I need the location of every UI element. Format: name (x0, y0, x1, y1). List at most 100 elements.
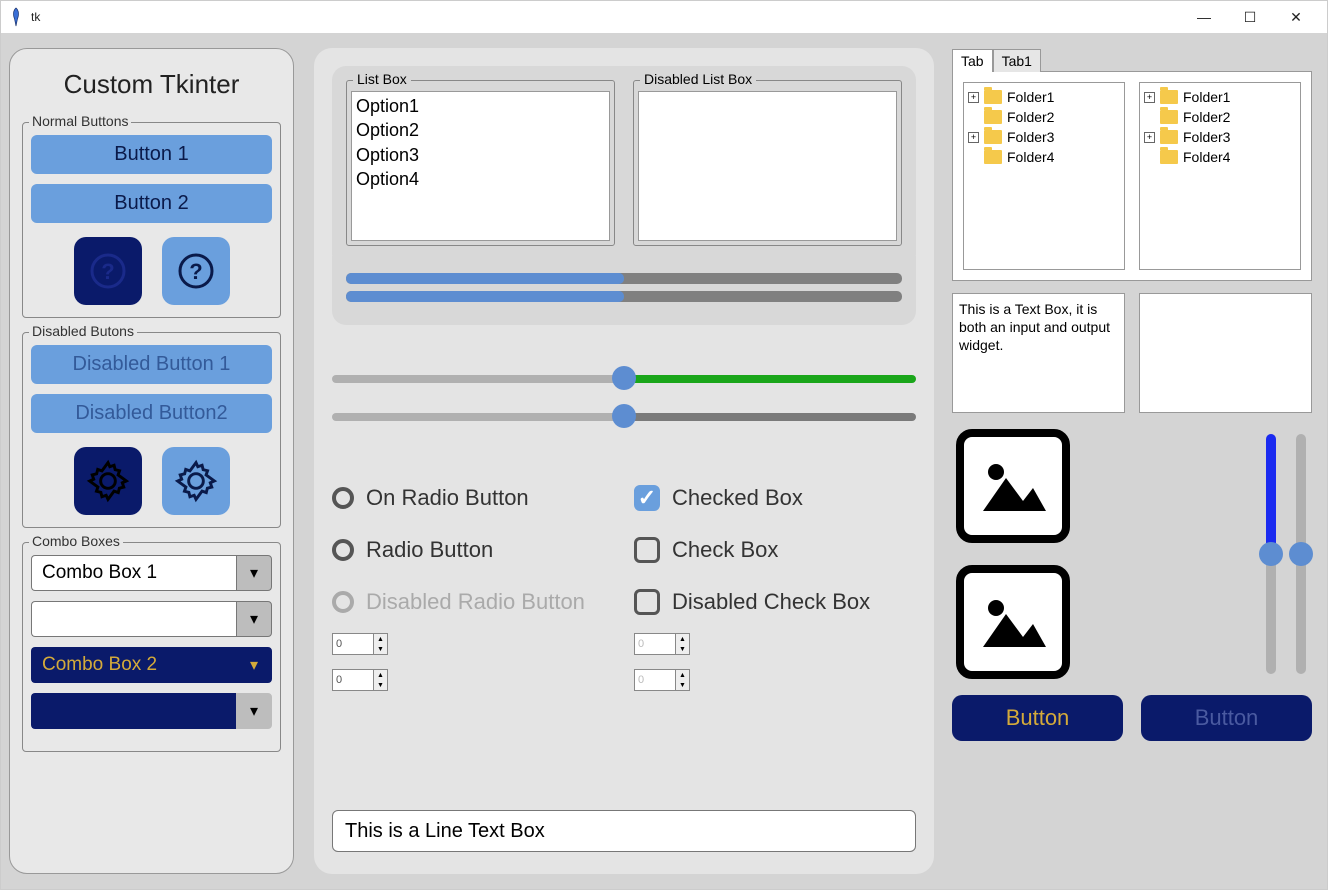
radio-off[interactable]: Radio Button (332, 537, 614, 563)
list-box-content[interactable]: Option1 Option2 Option3 Option4 (351, 91, 610, 241)
list-item[interactable]: Option3 (356, 143, 605, 167)
progress-bar-2 (346, 291, 902, 302)
combo-box-2[interactable]: Combo Box 2▾ (31, 647, 272, 683)
disabled-button-1: Disabled Button 1 (31, 345, 272, 384)
disabled-buttons-group: Disabled Butons Disabled Button 1 Disabl… (22, 332, 281, 528)
button-enabled[interactable]: Button (952, 695, 1123, 741)
spinbox-2: 0▲▼ (634, 633, 690, 655)
radio-disabled: Disabled Radio Button (332, 589, 614, 615)
tree-node[interactable]: Folder4 (968, 147, 1120, 167)
slider-1[interactable] (332, 371, 916, 385)
chevron-down-icon[interactable]: ▾ (236, 555, 272, 591)
list-item[interactable]: Option1 (356, 94, 605, 118)
spinbox-1[interactable]: 0▲▼ (332, 633, 388, 655)
expand-icon[interactable]: + (1144, 132, 1155, 143)
sidebar: Custom Tkinter Normal Buttons Button 1 B… (9, 48, 294, 874)
expand-icon[interactable]: + (968, 92, 979, 103)
tree-node[interactable]: + Folder3 (968, 127, 1120, 147)
svg-text:?: ? (101, 259, 114, 284)
image-placeholder-2 (956, 565, 1070, 679)
chevron-down-icon[interactable]: ▾ (236, 647, 272, 683)
tree-label: Folder4 (1007, 149, 1054, 165)
text-box-1[interactable]: This is a Text Box, it is both an input … (952, 293, 1125, 413)
folder-icon (984, 130, 1002, 144)
slider-2[interactable] (332, 409, 916, 423)
tree-node[interactable]: Folder2 (1144, 107, 1296, 127)
window-title: tk (31, 10, 1181, 24)
combo-boxes-group: Combo Boxes Combo Box 1▾ ▾ Combo Box 2▾ … (22, 542, 281, 752)
folder-icon (1160, 150, 1178, 164)
normal-buttons-group: Normal Buttons Button 1 Button 2 ? ? (22, 122, 281, 318)
folder-icon (1160, 130, 1178, 144)
tree-node[interactable]: + Folder3 (1144, 127, 1296, 147)
svg-text:?: ? (189, 259, 202, 284)
tree-view-2[interactable]: + Folder1 Folder2 + Folder3 Folder4 (1139, 82, 1301, 270)
radio-on[interactable]: On Radio Button (332, 485, 614, 511)
disabled-list-box: Disabled List Box (633, 80, 902, 246)
tree-label: Folder1 (1183, 89, 1230, 105)
tree-label: Folder1 (1007, 89, 1054, 105)
image-icon (978, 592, 1048, 652)
expand-icon[interactable]: + (968, 132, 979, 143)
vertical-slider-1[interactable] (1266, 434, 1276, 674)
settings-button-dark (74, 447, 142, 515)
spinbox-3[interactable]: 0▲▼ (332, 669, 388, 691)
minimize-button[interactable]: — (1181, 1, 1227, 33)
checkbox-disabled: Disabled Check Box (634, 589, 916, 615)
gear-icon (86, 459, 130, 503)
app-icon (9, 5, 23, 29)
settings-button-light (162, 447, 230, 515)
vertical-slider-2[interactable] (1296, 434, 1306, 674)
list-item[interactable]: Option2 (356, 118, 605, 142)
image-icon (978, 456, 1048, 516)
titlebar: tk — ☐ ✕ (1, 1, 1327, 33)
folder-icon (1160, 90, 1178, 104)
help-button-light[interactable]: ? (162, 237, 230, 305)
tree-label: Folder3 (1007, 129, 1054, 145)
combo-box-empty-2[interactable]: ▾ (31, 693, 272, 729)
folder-icon (984, 150, 1002, 164)
combo-box-1[interactable]: Combo Box 1▾ (31, 555, 272, 591)
tree-label: Folder4 (1183, 149, 1230, 165)
disabled-button-2: Disabled Button2 (31, 394, 272, 433)
button-2[interactable]: Button 2 (31, 184, 272, 223)
disabled-list-box-content (638, 91, 897, 241)
folder-icon (1160, 110, 1178, 124)
list-box: List Box Option1 Option2 Option3 Option4 (346, 80, 615, 246)
right-panel: Tab Tab1 +Folder1Folder2+Folder3Folder4 … (952, 48, 1312, 874)
checkbox-unchecked[interactable]: Check Box (634, 537, 916, 563)
list-item[interactable]: Option4 (356, 167, 605, 191)
question-icon: ? (176, 251, 216, 291)
button-1[interactable]: Button 1 (31, 135, 272, 174)
tree-view-1[interactable]: + Folder1 Folder2 + Folder3 Folder4 (963, 82, 1125, 270)
progress-bar-1 (346, 273, 902, 284)
chevron-down-icon[interactable]: ▾ (236, 693, 272, 729)
tree-node[interactable]: Folder2 (968, 107, 1120, 127)
line-text-input[interactable] (332, 810, 916, 852)
tree-label: Folder2 (1007, 109, 1054, 125)
text-box-2[interactable] (1139, 293, 1312, 413)
tab-0[interactable]: Tab (952, 49, 993, 72)
checkbox-checked[interactable]: ✓Checked Box (634, 485, 916, 511)
tree-label: Folder2 (1183, 109, 1230, 125)
tree-node[interactable]: Folder4 (1144, 147, 1296, 167)
maximize-button[interactable]: ☐ (1227, 1, 1273, 33)
tree-node[interactable]: + Folder1 (1144, 87, 1296, 107)
tree-label: Folder3 (1183, 129, 1230, 145)
image-placeholder-1 (956, 429, 1070, 543)
expand-icon[interactable]: + (1144, 92, 1155, 103)
button-disabled: Button (1141, 695, 1312, 741)
help-button-dark[interactable]: ? (74, 237, 142, 305)
center-panel: List Box Option1 Option2 Option3 Option4… (314, 48, 934, 874)
sidebar-heading: Custom Tkinter (22, 69, 281, 100)
tab-1[interactable]: Tab1 (993, 49, 1041, 72)
tree-node[interactable]: + Folder1 (968, 87, 1120, 107)
chevron-down-icon[interactable]: ▾ (236, 601, 272, 637)
folder-icon (984, 110, 1002, 124)
combo-box-empty-1[interactable]: ▾ (31, 601, 272, 637)
spinbox-4: 0▲▼ (634, 669, 690, 691)
folder-icon (984, 90, 1002, 104)
close-button[interactable]: ✕ (1273, 1, 1319, 33)
gear-icon (174, 459, 218, 503)
question-icon: ? (88, 251, 128, 291)
